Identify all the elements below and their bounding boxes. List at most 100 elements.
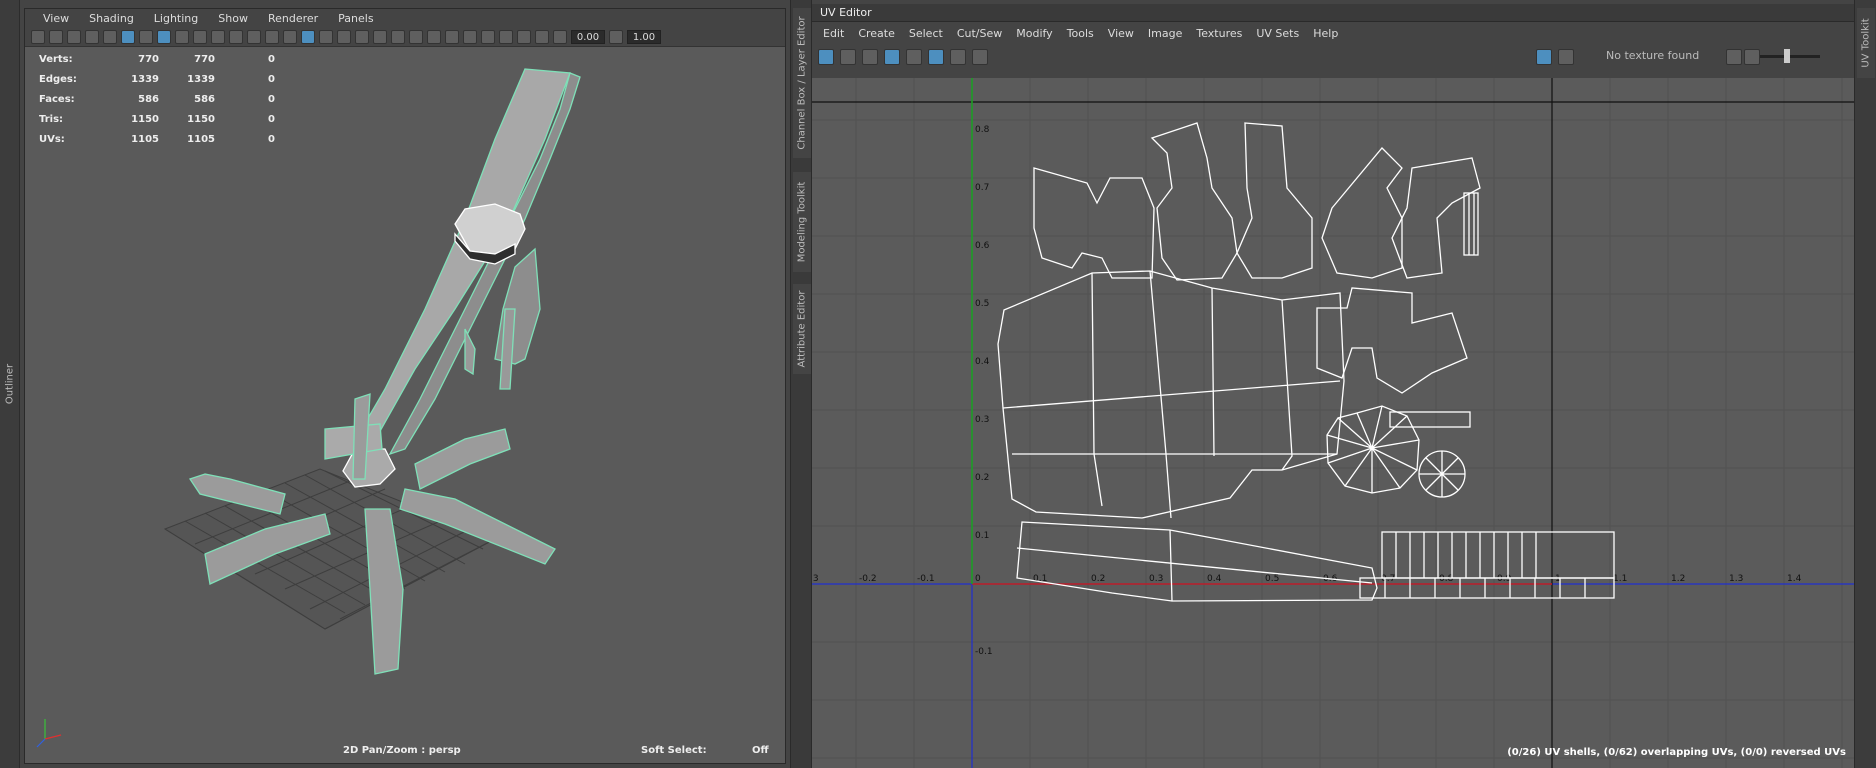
uv-checker-icon[interactable] — [862, 49, 878, 65]
motion-blur-icon[interactable] — [427, 29, 441, 44]
hud-label: Tris: — [39, 113, 64, 125]
grid-icon[interactable] — [157, 29, 171, 44]
image-plane-icon[interactable] — [103, 29, 117, 44]
wireframe-icon[interactable] — [283, 29, 297, 44]
exposure-icon[interactable] — [553, 29, 567, 44]
camera-select-icon[interactable] — [31, 29, 45, 44]
uv-menu-view[interactable]: View — [1101, 27, 1141, 40]
uv-y-tick-label: -0.1 — [975, 647, 993, 657]
outliner-tab[interactable]: Outliner — [0, 0, 20, 768]
hud-value: 1150 — [187, 113, 215, 125]
uv-shell — [1321, 147, 1403, 279]
uv-toolkit-tab-inner[interactable]: UV Toolkit — [1857, 8, 1875, 78]
menu-panels[interactable]: Panels — [328, 12, 383, 25]
uv-shaded-icon[interactable] — [928, 49, 944, 65]
anti-alias-icon[interactable] — [445, 29, 459, 44]
uv-grid-svg[interactable]: -0.3-0.2-0.100.10.20.30.40.50.60.70.80.9… — [812, 78, 1854, 768]
hud-value: 1150 — [131, 113, 159, 125]
uv-grid-icon[interactable] — [884, 49, 900, 65]
menu-view[interactable]: View — [33, 12, 79, 25]
uv-menu-modify[interactable]: Modify — [1009, 27, 1059, 40]
hud-row-uvs: UVs: 1105 1105 0 — [39, 129, 275, 149]
uv-shell — [1033, 167, 1155, 279]
uv-x-tick-label: -0.1 — [917, 574, 935, 584]
uv-editor-toolbar: No texture found — [812, 44, 1854, 70]
shadows-icon[interactable] — [391, 29, 405, 44]
uv-display-image-icon[interactable] — [1536, 49, 1552, 65]
tab-channel-box-label: Channel Box / Layer Editor — [796, 16, 808, 150]
menu-lighting[interactable]: Lighting — [144, 12, 208, 25]
uv-image-icon[interactable] — [1744, 49, 1760, 65]
hud-value: 1339 — [131, 73, 159, 85]
uv-shell-select-icon[interactable] — [818, 49, 834, 65]
uv-shells — [997, 122, 1615, 602]
hud-value: 1105 — [131, 133, 159, 145]
uv-menu-tools[interactable]: Tools — [1060, 27, 1101, 40]
uv-pixel-snap-icon[interactable] — [906, 49, 922, 65]
menu-show[interactable]: Show — [208, 12, 258, 25]
uv-toolkit-tab-label: UV Toolkit — [1860, 18, 1872, 68]
uv-x-tick-label: 0.4 — [1207, 574, 1222, 584]
depth-of-field-icon[interactable] — [463, 29, 477, 44]
viewport-toolbar: 0.00 1.00 — [25, 27, 785, 47]
uv-menu-create[interactable]: Create — [851, 27, 902, 40]
bookmark-icon[interactable] — [85, 29, 99, 44]
menu-shading[interactable]: Shading — [79, 12, 144, 25]
uv-y-tick-label: 0.4 — [975, 357, 990, 367]
wireframe-on-shaded-icon[interactable] — [337, 29, 351, 44]
camera-lock-icon[interactable] — [49, 29, 63, 44]
uv-y-tick-label: 0.1 — [975, 531, 989, 541]
uv-brightness-slider-handle[interactable] — [1784, 49, 1790, 63]
gate-mask-icon[interactable] — [211, 29, 225, 44]
uv-distortion-icon[interactable] — [840, 49, 856, 65]
tab-channel-box[interactable]: Channel Box / Layer Editor — [793, 8, 811, 158]
resolution-gate-icon[interactable] — [193, 29, 207, 44]
exposure-field[interactable]: 0.00 — [571, 29, 605, 44]
gamma-field[interactable]: 1.00 — [627, 29, 661, 44]
menu-renderer[interactable]: Renderer — [258, 12, 328, 25]
default-material-icon[interactable] — [319, 29, 333, 44]
uv-isolate-icon[interactable] — [1726, 49, 1742, 65]
lights-icon[interactable] — [373, 29, 387, 44]
safe-title-icon[interactable] — [265, 29, 279, 44]
uv-menu-image[interactable]: Image — [1141, 27, 1189, 40]
texture-selector[interactable]: No texture found — [1606, 49, 1699, 62]
uv-shell-edges — [1468, 193, 1475, 255]
uv-x-tick-label: 0 — [975, 574, 981, 584]
gamma-icon[interactable] — [609, 29, 623, 44]
uv-shell-edges — [1002, 270, 1341, 519]
viewport-panel[interactable]: View Shading Lighting Show Renderer Pane… — [24, 8, 786, 764]
uv-shell — [1236, 122, 1313, 279]
smooth-shade-icon[interactable] — [301, 29, 315, 44]
field-chart-icon[interactable] — [229, 29, 243, 44]
textured-icon[interactable] — [355, 29, 369, 44]
safe-action-icon[interactable] — [247, 29, 261, 44]
xray-joints-icon[interactable] — [517, 29, 531, 44]
uv-toolkit-tab[interactable]: UV Toolkit — [1854, 0, 1876, 768]
isolate-select-icon[interactable] — [481, 29, 495, 44]
xray-components-icon[interactable] — [535, 29, 549, 44]
grease-pencil-icon[interactable] — [139, 29, 153, 44]
uv-checker-toggle-icon[interactable] — [1558, 49, 1574, 65]
ambient-occlusion-icon[interactable] — [409, 29, 423, 44]
xray-icon[interactable] — [499, 29, 513, 44]
uv-y-tick-label: 0.2 — [975, 473, 989, 483]
uv-dim-icon[interactable] — [950, 49, 966, 65]
uv-menu-uv-sets[interactable]: UV Sets — [1249, 27, 1306, 40]
camera-attr-icon[interactable] — [67, 29, 81, 44]
2d-pan-zoom-icon[interactable] — [121, 29, 135, 44]
hud-label: Verts: — [39, 53, 73, 65]
uv-canvas[interactable]: -0.3-0.2-0.100.10.20.30.40.50.60.70.80.9… — [812, 78, 1854, 768]
uv-menu-edit[interactable]: Edit — [816, 27, 851, 40]
film-gate-icon[interactable] — [175, 29, 189, 44]
tab-modeling-toolkit[interactable]: Modeling Toolkit — [793, 172, 811, 272]
uv-menu-cut-sew[interactable]: Cut/Sew — [950, 27, 1009, 40]
uv-menu-help[interactable]: Help — [1306, 27, 1345, 40]
side-tab-strip: Channel Box / Layer Editor Modeling Tool… — [790, 0, 812, 768]
tab-attribute-editor[interactable]: Attribute Editor — [793, 284, 811, 374]
uv-menu-textures[interactable]: Textures — [1189, 27, 1249, 40]
uv-y-tick-label: 0.8 — [975, 125, 990, 135]
uv-brightness-slider[interactable] — [1760, 55, 1820, 58]
uv-menu-select[interactable]: Select — [902, 27, 950, 40]
uv-snapshot-icon[interactable] — [972, 49, 988, 65]
